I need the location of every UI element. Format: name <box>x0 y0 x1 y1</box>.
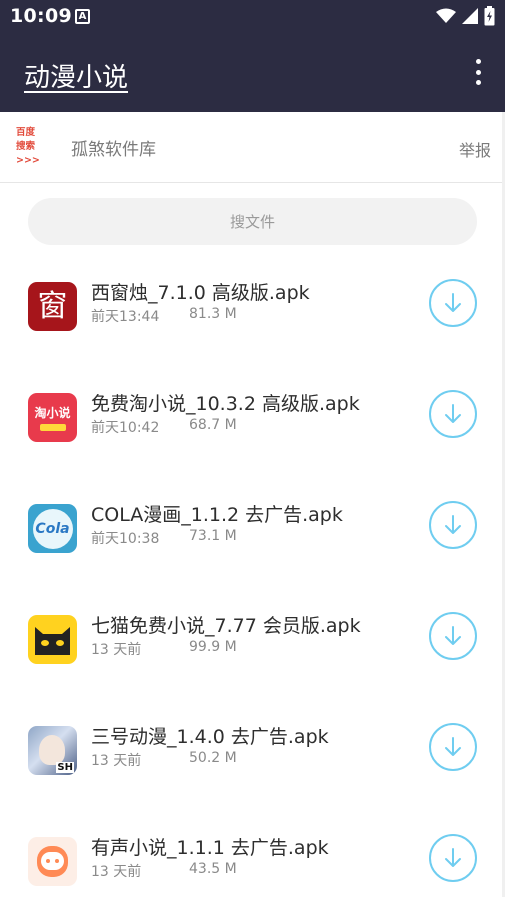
report-button[interactable]: 举报 <box>459 137 491 161</box>
battery-icon <box>484 6 495 26</box>
download-arrow-icon <box>445 404 461 423</box>
signal-icon <box>462 8 478 24</box>
file-time: 13 天前 <box>91 753 142 769</box>
mianfei-taoxiaoshuo-icon: 淘小说 <box>28 393 77 442</box>
file-row[interactable]: 七猫免费小说_7.77 会员版.apk 13 天前 99.9 M <box>0 589 505 700</box>
file-time: 13 天前 <box>91 642 142 658</box>
download-arrow-icon <box>445 626 461 645</box>
file-size: 43.5 M <box>189 861 237 877</box>
download-button[interactable] <box>429 723 477 771</box>
cola-manhua-icon: Cola <box>28 504 77 553</box>
file-row[interactable]: 窗 西窗烛_7.1.0 高级版.apk 前天13:44 81.3 M <box>0 256 505 367</box>
file-time: 13 天前 <box>91 864 142 880</box>
download-button[interactable] <box>429 279 477 327</box>
file-time: 前天13:44 <box>91 309 160 325</box>
file-time: 前天10:38 <box>91 531 160 547</box>
qimao-cat-icon <box>28 615 77 664</box>
system-icons <box>436 6 495 26</box>
file-size: 73.1 M <box>189 528 237 544</box>
file-row[interactable]: 有声小说_1.1.1 去广告.apk 13 天前 43.5 M <box>0 811 505 897</box>
download-button[interactable] <box>429 834 477 882</box>
file-name: 三号动漫_1.4.0 去广告.apk <box>91 726 329 748</box>
file-row[interactable]: 淘小说 免费淘小说_10.3.2 高级版.apk 前天10:42 68.7 M <box>0 367 505 478</box>
file-size: 99.9 M <box>189 639 237 655</box>
file-name: 免费淘小说_10.3.2 高级版.apk <box>91 393 360 415</box>
xichuangzhu-icon: 窗 <box>28 282 77 331</box>
ad-site-name: 孤煞软件库 <box>71 140 156 160</box>
wifi-icon <box>436 8 456 23</box>
download-arrow-icon <box>445 515 461 534</box>
status-bar: 10:09 A <box>0 0 505 33</box>
yousheng-xiaoshuo-icon <box>28 837 77 886</box>
file-name: 有声小说_1.1.1 去广告.apk <box>91 837 329 859</box>
baidu-search-logo: 百度 搜索>>> <box>16 127 40 166</box>
page-title: 动漫小说 <box>24 63 129 93</box>
file-time: 前天10:42 <box>91 420 160 436</box>
notification-icon: A <box>75 9 90 24</box>
file-name: 七猫免费小说_7.77 会员版.apk <box>91 615 361 637</box>
download-arrow-icon <box>445 737 461 756</box>
file-size: 68.7 M <box>189 417 237 433</box>
search-files-button[interactable]: 搜文件 <box>28 198 477 245</box>
app-bar: 动漫小说 <box>0 33 505 112</box>
file-name: COLA漫画_1.1.2 去广告.apk <box>91 504 343 526</box>
search-label: 搜文件 <box>229 213 275 231</box>
ad-banner[interactable]: 百度 搜索>>> 孤煞软件库 举报 <box>0 112 505 183</box>
download-button[interactable] <box>429 501 477 549</box>
file-size: 50.2 M <box>189 750 237 766</box>
download-arrow-icon <box>445 293 461 312</box>
download-arrow-icon <box>445 848 461 867</box>
download-button[interactable] <box>429 390 477 438</box>
file-row[interactable]: Cola COLA漫画_1.1.2 去广告.apk 前天10:38 73.1 M <box>0 478 505 589</box>
status-time: 10:09 <box>10 5 72 27</box>
file-size: 81.3 M <box>189 306 237 322</box>
file-name: 西窗烛_7.1.0 高级版.apk <box>91 282 310 304</box>
file-row[interactable]: SH 三号动漫_1.4.0 去广告.apk 13 天前 50.2 M <box>0 700 505 811</box>
overflow-menu-icon[interactable] <box>473 59 483 85</box>
sanhao-dongman-icon: SH <box>28 726 77 775</box>
download-button[interactable] <box>429 612 477 660</box>
